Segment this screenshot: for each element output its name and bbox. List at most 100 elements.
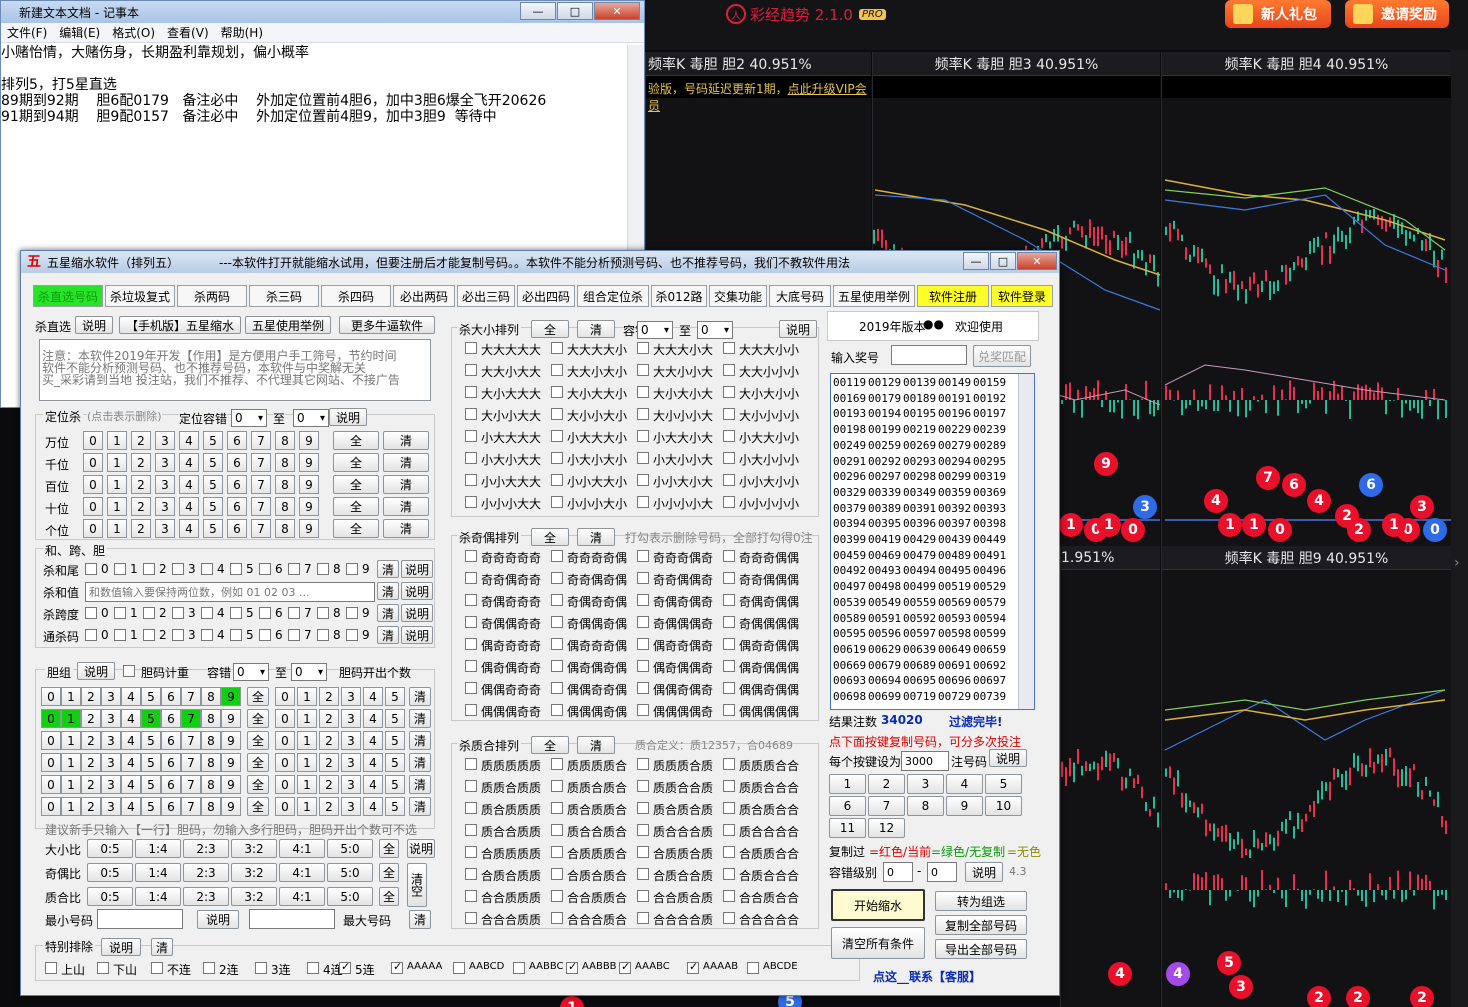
- odd_kill-clear-button[interactable]: 清: [577, 528, 615, 546]
- dan-all-button[interactable]: 全: [247, 775, 269, 794]
- digit-button[interactable]: 1: [107, 453, 127, 472]
- perm-checkbox[interactable]: [465, 868, 477, 880]
- dan-digit-button[interactable]: 9: [221, 775, 241, 794]
- dan-count-button[interactable]: 4: [363, 709, 383, 728]
- perm-checkbox[interactable]: [723, 572, 735, 584]
- dan-clear-button[interactable]: 清: [409, 687, 431, 706]
- min-number-input[interactable]: [97, 909, 183, 929]
- digit-button[interactable]: 8: [275, 519, 295, 538]
- clear-button[interactable]: 清: [377, 582, 399, 600]
- special-checkbox[interactable]: [203, 962, 215, 974]
- perm-checkbox[interactable]: [637, 616, 649, 628]
- dan-digit-button[interactable]: 3: [101, 797, 121, 816]
- tab-2[interactable]: 杀垃圾复式: [105, 285, 175, 307]
- perm-checkbox[interactable]: [723, 780, 735, 792]
- maximize-button[interactable]: □: [557, 2, 593, 20]
- dan-count-button[interactable]: 1: [297, 797, 317, 816]
- dan-all-button[interactable]: 全: [247, 709, 269, 728]
- dan-digit-button[interactable]: 1: [61, 797, 81, 816]
- perm-checkbox[interactable]: [465, 550, 477, 562]
- perm-checkbox[interactable]: [465, 386, 477, 398]
- ratio-button[interactable]: 1:4: [135, 863, 181, 882]
- dan-count-button[interactable]: 4: [363, 753, 383, 772]
- copy-all-button[interactable]: 复制全部号码: [935, 915, 1027, 935]
- dan-digit-button[interactable]: 0: [41, 709, 61, 728]
- perm-checkbox[interactable]: [637, 342, 649, 354]
- dan-count-button[interactable]: 5: [385, 731, 405, 750]
- perm-checkbox[interactable]: [551, 758, 563, 770]
- digit-button[interactable]: 3: [155, 519, 175, 538]
- tab-1[interactable]: 杀直选号码: [33, 285, 103, 307]
- ratio-button[interactable]: 2:3: [183, 863, 229, 882]
- ratio-button[interactable]: 3:2: [231, 887, 277, 906]
- digit-button[interactable]: 3: [155, 497, 175, 516]
- dan-count-button[interactable]: 5: [385, 753, 405, 772]
- digit-button[interactable]: 9: [299, 431, 319, 450]
- digit-button[interactable]: 4: [179, 497, 199, 516]
- dan-count-button[interactable]: 3: [341, 731, 361, 750]
- dan-digit-button[interactable]: 4: [121, 775, 141, 794]
- dan-clear-button[interactable]: 清: [409, 797, 431, 816]
- dan-digit-button[interactable]: 4: [121, 709, 141, 728]
- menu-format[interactable]: 格式(O): [106, 24, 161, 41]
- clear-button[interactable]: 清: [383, 497, 429, 516]
- clear-button[interactable]: 清: [383, 431, 429, 450]
- list-scrollbar[interactable]: [1018, 374, 1034, 709]
- ratio-explain-button[interactable]: 说明: [407, 839, 435, 858]
- perm-checkbox[interactable]: [465, 342, 477, 354]
- dan-digit-button[interactable]: 4: [121, 687, 141, 706]
- select-all-button[interactable]: 全: [333, 519, 379, 538]
- dan-digit-button[interactable]: 4: [121, 731, 141, 750]
- perm-checkbox[interactable]: [723, 386, 735, 398]
- digit-checkbox[interactable]: [230, 607, 242, 619]
- digit-checkbox[interactable]: [288, 607, 300, 619]
- tab-9[interactable]: 组合定位杀: [577, 285, 649, 307]
- perm-checkbox[interactable]: [551, 704, 563, 716]
- perm-checkbox[interactable]: [551, 780, 563, 792]
- perm-checkbox[interactable]: [637, 704, 649, 716]
- tol-to[interactable]: 0: [927, 862, 957, 882]
- copy-key-button[interactable]: 5: [985, 774, 1022, 794]
- dan-count-button[interactable]: 0: [275, 797, 295, 816]
- dan-count-button[interactable]: 3: [341, 709, 361, 728]
- digit-checkbox[interactable]: [259, 607, 271, 619]
- perm-checkbox[interactable]: [465, 912, 477, 924]
- dan-clear-button[interactable]: 清: [409, 775, 431, 794]
- perm-checkbox[interactable]: [723, 660, 735, 672]
- dan-count-button[interactable]: 1: [297, 753, 317, 772]
- menu-file[interactable]: 文件(F): [1, 24, 53, 41]
- perm-checkbox[interactable]: [465, 660, 477, 672]
- perm-checkbox[interactable]: [551, 802, 563, 814]
- perm-checkbox[interactable]: [637, 430, 649, 442]
- ratio-button[interactable]: 1:4: [135, 887, 181, 906]
- ratio-button[interactable]: 5:0: [327, 839, 373, 858]
- special-checkbox[interactable]: [151, 962, 163, 974]
- perm-checkbox[interactable]: [551, 430, 563, 442]
- tab-6[interactable]: 必出两码: [393, 285, 455, 307]
- perm-checkbox[interactable]: [465, 474, 477, 486]
- dan-count-button[interactable]: 3: [341, 797, 361, 816]
- ratio-button[interactable]: 2:3: [183, 887, 229, 906]
- dan-digit-button[interactable]: 2: [81, 709, 101, 728]
- ratio-button[interactable]: 4:1: [279, 887, 325, 906]
- digit-checkbox[interactable]: [85, 629, 97, 641]
- digit-button[interactable]: 6: [227, 475, 247, 494]
- dan-digit-button[interactable]: 2: [81, 687, 101, 706]
- select-all-button[interactable]: 全: [333, 453, 379, 472]
- perm-checkbox[interactable]: [637, 496, 649, 508]
- perm-checkbox[interactable]: [465, 704, 477, 716]
- clear-button[interactable]: 清: [383, 519, 429, 538]
- perm-checkbox[interactable]: [551, 682, 563, 694]
- size-tolerance-to[interactable]: 0: [697, 321, 733, 339]
- digit-checkbox[interactable]: [259, 563, 271, 575]
- perm-checkbox[interactable]: [551, 572, 563, 584]
- dan-count-button[interactable]: 2: [319, 797, 339, 816]
- dan-digit-button[interactable]: 8: [201, 731, 221, 750]
- digit-button[interactable]: 7: [251, 519, 271, 538]
- perm-checkbox[interactable]: [551, 386, 563, 398]
- dan-count-button[interactable]: 2: [319, 687, 339, 706]
- digit-button[interactable]: 1: [107, 519, 127, 538]
- digit-checkbox[interactable]: [317, 607, 329, 619]
- copy-key-button[interactable]: 3: [907, 774, 944, 794]
- digit-checkbox[interactable]: [85, 563, 97, 575]
